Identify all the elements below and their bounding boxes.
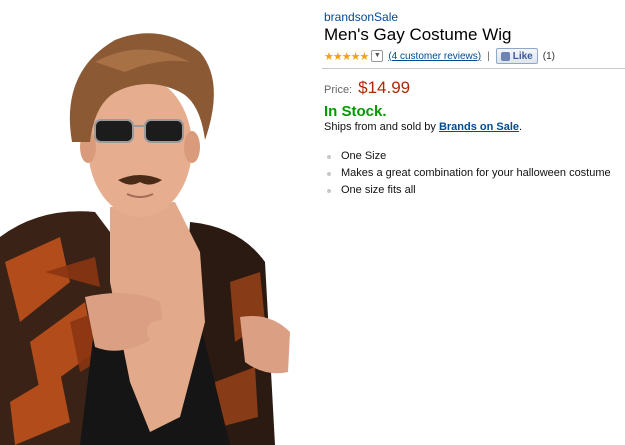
like-button[interactable]: Like xyxy=(495,48,538,64)
price-value: $14.99 xyxy=(358,78,411,97)
like-label: Like xyxy=(512,50,533,62)
seller-suffix: . xyxy=(519,121,523,133)
ships-from-label: Ships from and sold by xyxy=(324,121,439,133)
sunglasses-left-lens xyxy=(94,119,134,143)
product-image[interactable] xyxy=(0,22,300,445)
sunglasses-right-lens xyxy=(144,119,184,143)
thumbs-up-icon xyxy=(500,51,510,61)
separator: | xyxy=(487,50,490,62)
rating-row: ★★★★★ ▼ (4 customer reviews) | Like (1) xyxy=(324,48,620,64)
bullet-text: One size fits all xyxy=(341,184,416,196)
bullet-icon xyxy=(327,154,331,159)
price-label: Price: xyxy=(324,84,353,96)
bullet-icon xyxy=(327,171,331,176)
bullet-icon xyxy=(327,188,331,193)
brand-link[interactable]: brandsonSale xyxy=(324,10,620,24)
bullet-text: One Size xyxy=(341,150,387,162)
price-row: Price: $14.99 xyxy=(324,78,620,98)
bullet-text: Makes a great combination for your hallo… xyxy=(341,167,611,179)
seller-link[interactable]: Brands on Sale xyxy=(439,121,519,133)
like-count: (1) xyxy=(542,50,555,62)
star-rating-icon[interactable]: ★★★★★ xyxy=(324,50,369,63)
ships-from-text: Ships from and sold by Brands on Sale. xyxy=(324,121,620,133)
stock-status: In Stock. xyxy=(324,103,387,120)
product-title: Men's Gay Costume Wig xyxy=(324,25,512,44)
ear-right xyxy=(184,131,200,163)
chevron-down-icon[interactable]: ▼ xyxy=(371,50,384,62)
list-item: One Size xyxy=(324,148,620,165)
list-item: One size fits all xyxy=(324,182,620,199)
list-item: Makes a great combination for your hallo… xyxy=(324,165,620,182)
feature-bullets: One Size Makes a great combination for y… xyxy=(324,148,620,199)
divider xyxy=(322,68,625,69)
product-info: brandsonSale Men's Gay Costume Wig ★★★★★… xyxy=(322,10,625,199)
customer-reviews-link[interactable]: (4 customer reviews) xyxy=(388,51,481,62)
